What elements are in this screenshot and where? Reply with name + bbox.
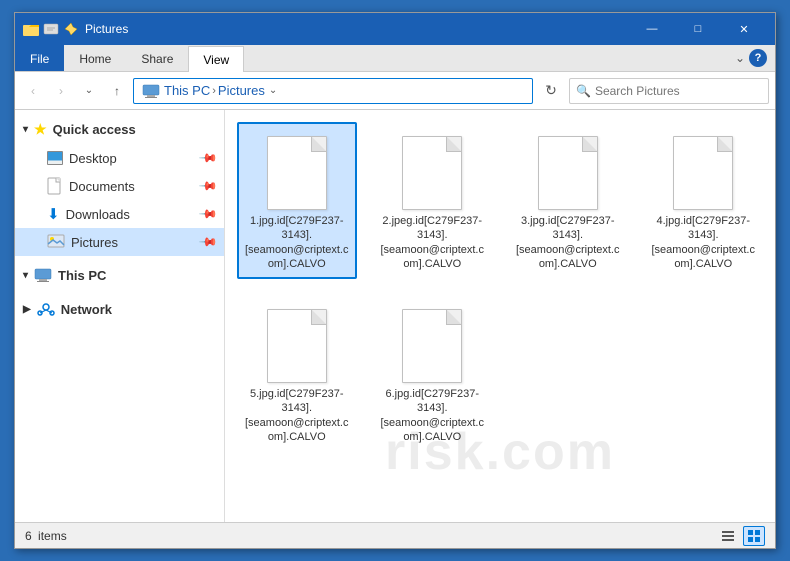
pin-icon-pictures: 📌	[198, 232, 218, 252]
sidebar-item-desktop[interactable]: Desktop 📌	[15, 144, 224, 172]
minimize-button[interactable]: —	[629, 13, 675, 45]
pictures-icon	[47, 234, 65, 250]
downloads-icon: ⬇	[47, 205, 60, 223]
refresh-button[interactable]: ↻	[537, 78, 565, 104]
recent-locations-button[interactable]: ⌄	[77, 79, 101, 103]
file-icon-4	[263, 303, 331, 383]
sidebar-group-network[interactable]: ▶ Network	[15, 294, 224, 324]
ribbon: File Home Share View ⌄ ?	[15, 45, 775, 72]
sidebar: ▾ ★ Quick access Desktop 📌 Documents 📌 ⬇	[15, 110, 225, 522]
sidebar-group-thispc[interactable]: ▾ This PC	[15, 260, 224, 290]
file-icon-1	[398, 130, 466, 210]
view-controls	[717, 526, 765, 546]
file-icon-2	[534, 130, 602, 210]
help-button[interactable]: ?	[749, 49, 767, 67]
desktop-icon	[47, 151, 63, 165]
sidebar-thispc-label: This PC	[58, 268, 106, 283]
tab-view[interactable]: View	[188, 46, 244, 72]
large-icons-view-button[interactable]	[743, 526, 765, 546]
sidebar-group-quick-access[interactable]: ▾ ★ Quick access	[15, 114, 224, 144]
chevron-network-icon: ▶	[23, 304, 31, 315]
title-bar-icons	[23, 21, 79, 37]
quick-access-icon	[43, 21, 59, 37]
file-page	[673, 136, 733, 210]
file-page	[538, 136, 598, 210]
pin-icon-documents: 📌	[198, 176, 218, 196]
forward-button[interactable]: ›	[49, 79, 73, 103]
file-item[interactable]: 1.jpg.id[C279F237-3143].[seamoon@criptex…	[237, 122, 357, 279]
file-item[interactable]: 4.jpg.id[C279F237-3143].[seamoon@criptex…	[644, 122, 764, 279]
sidebar-downloads-label: Downloads	[66, 207, 130, 222]
file-icon-5	[398, 303, 466, 383]
details-view-icon	[721, 529, 735, 543]
pin-icon-downloads: 📌	[198, 204, 218, 224]
pin-icon-desktop: 📌	[198, 148, 218, 168]
main-content: ▾ ★ Quick access Desktop 📌 Documents 📌 ⬇	[15, 110, 775, 522]
window-controls: — □ ✕	[629, 13, 767, 45]
file-page	[402, 309, 462, 383]
this-pc-icon	[142, 84, 160, 98]
file-name: 4.jpg.id[C279F237-3143].[seamoon@criptex…	[652, 214, 756, 271]
sidebar-desktop-label: Desktop	[69, 151, 117, 166]
details-view-button[interactable]	[717, 526, 739, 546]
file-name: 5.jpg.id[C279F237-3143].[seamoon@criptex…	[245, 387, 349, 444]
up-button[interactable]: ↑	[105, 79, 129, 103]
network-icon	[37, 302, 55, 316]
sidebar-documents-label: Documents	[69, 179, 135, 194]
file-icon-0	[263, 130, 331, 210]
file-item[interactable]: 3.jpg.id[C279F237-3143].[seamoon@criptex…	[508, 122, 628, 279]
search-input[interactable]	[595, 84, 762, 98]
file-name: 1.jpg.id[C279F237-3143].[seamoon@criptex…	[245, 214, 349, 271]
sidebar-item-downloads[interactable]: ⬇ Downloads 📌	[15, 200, 224, 228]
search-icon: 🔍	[576, 84, 591, 98]
file-name: 6.jpg.id[C279F237-3143].[seamoon@criptex…	[381, 387, 485, 444]
pin-icon	[63, 21, 79, 37]
quick-access-star-icon: ★	[34, 121, 47, 138]
quick-access-label: Quick access	[53, 122, 136, 137]
item-count: 6 items	[25, 529, 67, 543]
file-name: 2.jpeg.id[C279F237-3143].[seamoon@cripte…	[381, 214, 485, 271]
file-area[interactable]: risk.com 1.jpg.id[C279F237-3143].[seamoo…	[225, 110, 775, 522]
maximize-button[interactable]: □	[675, 13, 721, 45]
sidebar-network-label: Network	[61, 302, 112, 317]
path-dropdown-icon[interactable]: ⌄	[269, 85, 277, 96]
title-bar: Pictures — □ ✕	[15, 13, 775, 45]
folder-icon	[23, 21, 39, 37]
tab-file[interactable]: File	[15, 45, 64, 71]
ribbon-expand-area: ⌄ ?	[735, 45, 775, 71]
sidebar-item-pictures[interactable]: Pictures 📌	[15, 228, 224, 256]
address-bar: ‹ › ⌄ ↑ This PC › Pictures ⌄ ↻ 🔍	[15, 72, 775, 110]
window-title: Pictures	[85, 22, 629, 36]
search-box[interactable]: 🔍	[569, 78, 769, 104]
file-item[interactable]: 2.jpeg.id[C279F237-3143].[seamoon@cripte…	[373, 122, 493, 279]
file-page	[267, 136, 327, 210]
chevron-right-icon: ▾	[23, 124, 28, 135]
back-button[interactable]: ‹	[21, 79, 45, 103]
file-name: 3.jpg.id[C279F237-3143].[seamoon@criptex…	[516, 214, 620, 271]
sidebar-pictures-label: Pictures	[71, 235, 118, 250]
documents-icon	[47, 177, 63, 195]
sidebar-item-documents[interactable]: Documents 📌	[15, 172, 224, 200]
file-explorer-window: Pictures — □ ✕ File Home Share View ⌄ ?	[14, 12, 776, 549]
path-current[interactable]: Pictures	[218, 83, 265, 98]
thispc-icon	[34, 268, 52, 282]
tab-home[interactable]: Home	[64, 45, 126, 71]
file-page	[267, 309, 327, 383]
file-page	[402, 136, 462, 210]
address-path[interactable]: This PC › Pictures ⌄	[133, 78, 533, 104]
path-thispc[interactable]: This PC	[164, 83, 210, 98]
tab-share[interactable]: Share	[126, 45, 188, 71]
file-item[interactable]: 6.jpg.id[C279F237-3143].[seamoon@criptex…	[373, 295, 493, 452]
file-icon-3	[669, 130, 737, 210]
file-item[interactable]: 5.jpg.id[C279F237-3143].[seamoon@criptex…	[237, 295, 357, 452]
chevron-thispc-icon: ▾	[23, 270, 28, 281]
close-button[interactable]: ✕	[721, 13, 767, 45]
files-grid: 1.jpg.id[C279F237-3143].[seamoon@criptex…	[237, 122, 763, 452]
path-separator-1: ›	[212, 85, 216, 97]
ribbon-tabs: File Home Share View ⌄ ?	[15, 45, 775, 71]
chevron-down-icon[interactable]: ⌄	[735, 51, 745, 65]
status-bar: 6 items	[15, 522, 775, 548]
large-icons-view-icon	[747, 529, 761, 543]
